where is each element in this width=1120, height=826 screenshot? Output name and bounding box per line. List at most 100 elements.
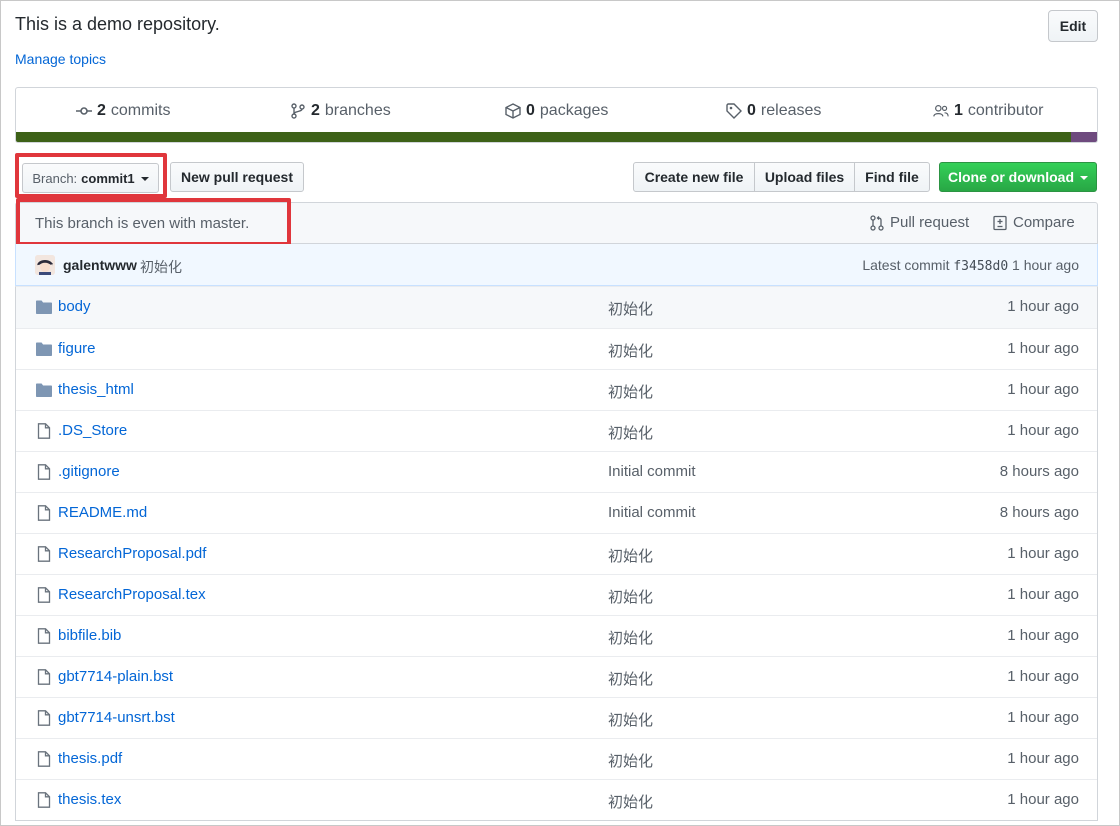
branches-count: 2 bbox=[311, 102, 320, 119]
file-row[interactable]: ResearchProposal.tex 初始化 1 hour ago bbox=[16, 574, 1097, 615]
branch-icon bbox=[291, 103, 305, 119]
latest-commit-label: Latest commit bbox=[862, 257, 950, 273]
file-name-link[interactable]: gbt7714-unsrt.bst bbox=[58, 709, 175, 726]
file-name-link[interactable]: body bbox=[58, 298, 91, 315]
file-actions-group: Create new file Upload files Find file bbox=[633, 162, 930, 192]
packages-label: packages bbox=[539, 102, 609, 119]
file-commit-message[interactable]: 初始化 bbox=[608, 709, 653, 730]
file-row[interactable]: thesis.pdf 初始化 1 hour ago bbox=[16, 738, 1097, 779]
file-name-link[interactable]: figure bbox=[58, 340, 96, 357]
commit-sha[interactable]: f3458d0 bbox=[953, 259, 1008, 274]
file-icon bbox=[35, 792, 53, 808]
file-row[interactable]: figure 初始化 1 hour ago bbox=[16, 328, 1097, 369]
file-row[interactable]: .gitignore Initial commit 8 hours ago bbox=[16, 451, 1097, 492]
file-row[interactable]: thesis.tex 初始化 1 hour ago bbox=[16, 779, 1097, 820]
file-icon bbox=[35, 751, 53, 767]
file-commit-message[interactable]: Initial commit bbox=[608, 463, 696, 480]
file-name-link[interactable]: thesis.tex bbox=[58, 791, 121, 808]
commit-message[interactable]: 初始化 bbox=[140, 257, 182, 277]
file-commit-age: 1 hour ago bbox=[1007, 668, 1079, 685]
file-commit-age: 1 hour ago bbox=[1007, 709, 1079, 726]
file-icon bbox=[35, 423, 53, 439]
releases-label: releases bbox=[760, 102, 822, 119]
author-avatar[interactable] bbox=[35, 255, 55, 275]
releases-link[interactable]: 0 releases bbox=[726, 102, 821, 120]
file-commit-message[interactable]: 初始化 bbox=[608, 750, 653, 771]
file-name-link[interactable]: .gitignore bbox=[58, 463, 120, 480]
folder-icon bbox=[35, 299, 53, 315]
file-icon bbox=[35, 710, 53, 726]
file-commit-age: 1 hour ago bbox=[1007, 750, 1079, 767]
file-name-link[interactable]: thesis.pdf bbox=[58, 750, 122, 767]
file-icon bbox=[35, 587, 53, 603]
file-commit-message[interactable]: 初始化 bbox=[608, 422, 653, 443]
file-commit-age: 8 hours ago bbox=[999, 504, 1079, 521]
file-icon bbox=[35, 669, 53, 685]
clone-label: Clone or download bbox=[948, 169, 1074, 185]
folder-icon bbox=[35, 382, 53, 398]
pull-request-icon bbox=[870, 214, 884, 231]
file-commit-age: 8 hours ago bbox=[999, 463, 1079, 480]
contributors-label: contributor bbox=[967, 102, 1044, 119]
edit-button[interactable]: Edit bbox=[1048, 10, 1098, 42]
file-commit-age: 1 hour ago bbox=[1007, 298, 1079, 315]
file-commit-message[interactable]: 初始化 bbox=[608, 627, 653, 648]
upload-files-button[interactable]: Upload files bbox=[754, 162, 855, 192]
new-pull-request-button[interactable]: New pull request bbox=[170, 162, 304, 192]
file-row[interactable]: gbt7714-plain.bst 初始化 1 hour ago bbox=[16, 656, 1097, 697]
manage-topics-link[interactable]: Manage topics bbox=[15, 51, 106, 67]
commits-link[interactable]: 2 commits bbox=[76, 102, 170, 120]
file-commit-message[interactable]: 初始化 bbox=[608, 545, 653, 566]
file-name-link[interactable]: ResearchProposal.tex bbox=[58, 586, 206, 603]
commits-label: commits bbox=[110, 102, 171, 119]
commit-author[interactable]: galentwww bbox=[63, 257, 137, 273]
file-name-link[interactable]: thesis_html bbox=[58, 381, 134, 398]
find-file-button[interactable]: Find file bbox=[854, 162, 930, 192]
file-name-link[interactable]: README.md bbox=[58, 504, 147, 521]
file-commit-message[interactable]: 初始化 bbox=[608, 298, 653, 319]
file-name-link[interactable]: bibfile.bib bbox=[58, 627, 121, 644]
compare-link[interactable]: Compare bbox=[992, 214, 1075, 231]
file-name-link[interactable]: ResearchProposal.pdf bbox=[58, 545, 206, 562]
file-commit-age: 1 hour ago bbox=[1007, 791, 1079, 808]
file-icon bbox=[35, 628, 53, 644]
pull-request-label: Pull request bbox=[890, 214, 970, 231]
file-commit-age: 1 hour ago bbox=[1007, 586, 1079, 603]
file-list: body 初始化 1 hour ago figure 初始化 1 hour ago thes… bbox=[15, 286, 1098, 821]
contributors-link[interactable]: 1 contributor bbox=[933, 102, 1044, 120]
file-row[interactable]: body 初始化 1 hour ago bbox=[16, 287, 1097, 328]
file-name-link[interactable]: .DS_Store bbox=[58, 422, 127, 439]
file-row[interactable]: ResearchProposal.pdf 初始化 1 hour ago bbox=[16, 533, 1097, 574]
file-row[interactable]: gbt7714-unsrt.bst 初始化 1 hour ago bbox=[16, 697, 1097, 738]
annotation-highlight-branch bbox=[15, 153, 167, 198]
file-commit-message[interactable]: 初始化 bbox=[608, 668, 653, 689]
file-row[interactable]: README.md Initial commit 8 hours ago bbox=[16, 492, 1097, 533]
clone-download-button[interactable]: Clone or download bbox=[939, 162, 1097, 192]
file-commit-message[interactable]: 初始化 bbox=[608, 586, 653, 607]
file-row[interactable]: thesis_html 初始化 1 hour ago bbox=[16, 369, 1097, 410]
caret-down-icon bbox=[1080, 176, 1088, 180]
file-commit-age: 1 hour ago bbox=[1007, 381, 1079, 398]
file-row[interactable]: .DS_Store 初始化 1 hour ago bbox=[16, 410, 1097, 451]
pull-request-link[interactable]: Pull request bbox=[869, 214, 969, 231]
commit-icon bbox=[76, 107, 92, 115]
file-name-link[interactable]: gbt7714-plain.bst bbox=[58, 668, 173, 685]
file-commit-age: 1 hour ago bbox=[1007, 545, 1079, 562]
file-commit-message[interactable]: 初始化 bbox=[608, 791, 653, 812]
file-commit-age: 1 hour ago bbox=[1007, 627, 1079, 644]
packages-link[interactable]: 0 packages bbox=[505, 102, 608, 120]
diff-icon bbox=[993, 215, 1007, 230]
annotation-highlight-branch-status bbox=[16, 198, 291, 246]
people-icon bbox=[933, 105, 949, 117]
repo-summary-bar: 2 commits 2 branches 0 packages 0 releas… bbox=[15, 87, 1098, 143]
file-icon bbox=[35, 464, 53, 480]
language-bar[interactable] bbox=[16, 132, 1097, 142]
folder-icon bbox=[35, 341, 53, 357]
language-segment-secondary bbox=[1071, 132, 1097, 142]
file-row[interactable]: bibfile.bib 初始化 1 hour ago bbox=[16, 615, 1097, 656]
create-new-file-button[interactable]: Create new file bbox=[633, 162, 755, 192]
file-commit-message[interactable]: 初始化 bbox=[608, 340, 653, 361]
file-commit-message[interactable]: Initial commit bbox=[608, 504, 696, 521]
branches-link[interactable]: 2 branches bbox=[290, 102, 391, 120]
file-commit-message[interactable]: 初始化 bbox=[608, 381, 653, 402]
